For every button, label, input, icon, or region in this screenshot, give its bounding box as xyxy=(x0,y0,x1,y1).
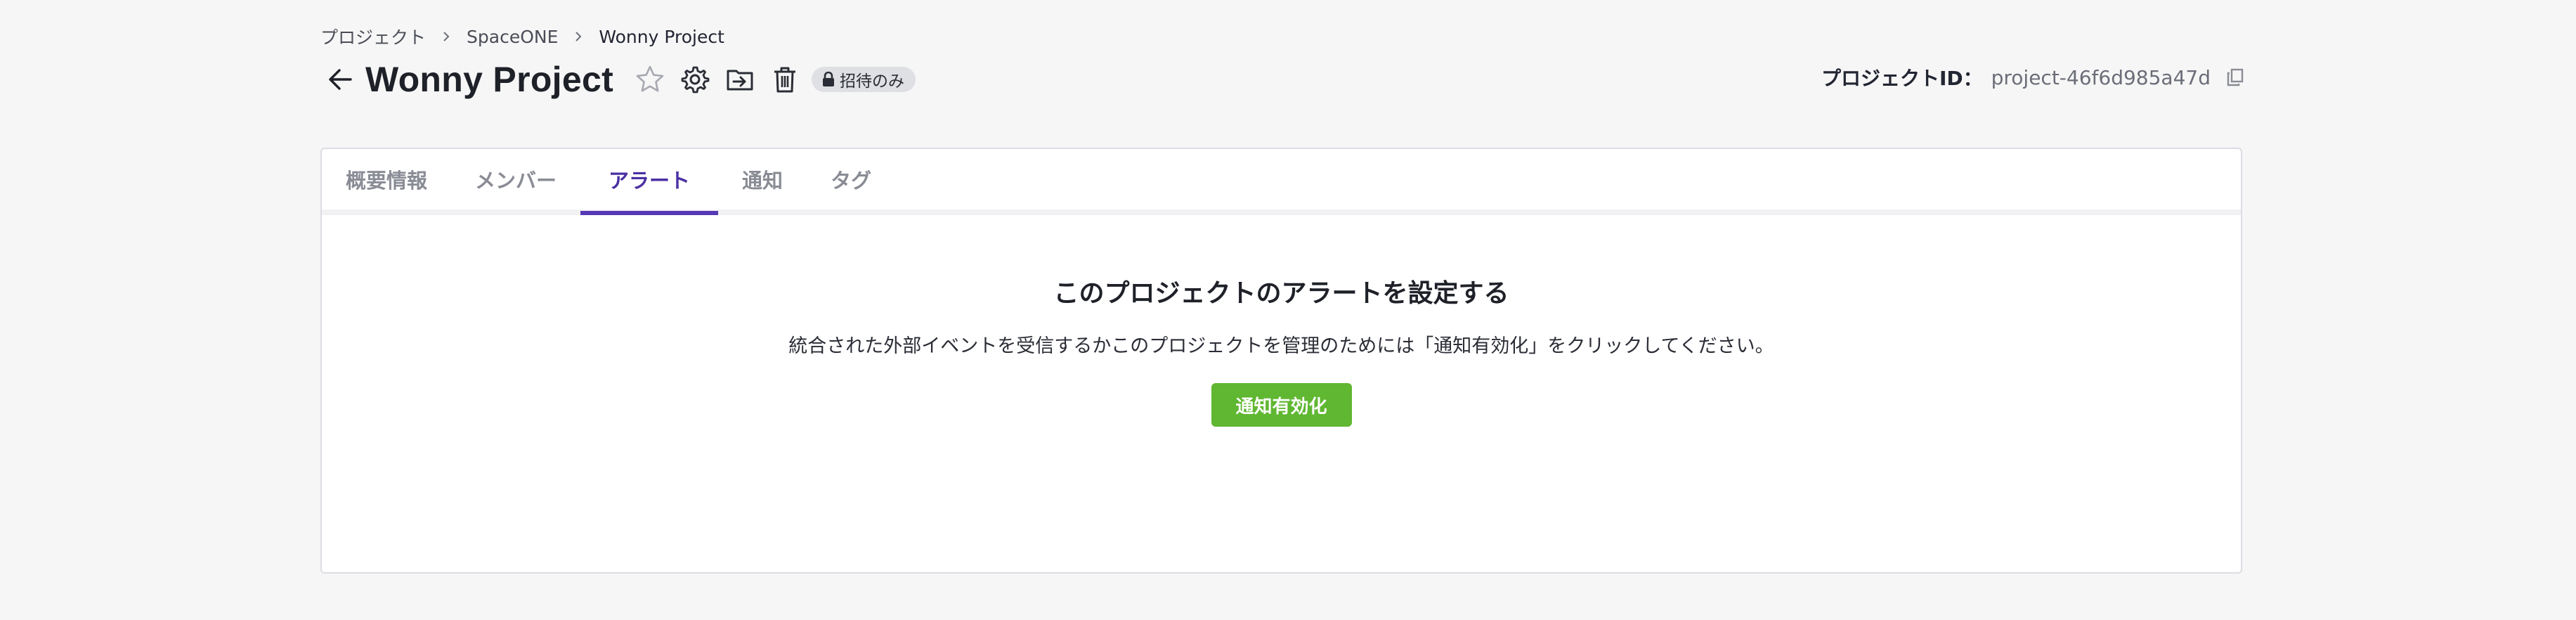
enable-notification-button[interactable]: 通知有効化 xyxy=(1211,383,1352,427)
project-id: プロジェクトID： project-46f6d985a47d xyxy=(1821,63,2246,91)
tab-members[interactable]: メンバー xyxy=(451,149,580,209)
alert-description: 統合された外部イベントを受信するかこのプロジェクトを管理のためには「通知有効化」… xyxy=(788,335,1774,357)
copy-button[interactable] xyxy=(2225,67,2246,88)
project-id-label: プロジェクトID： xyxy=(1821,67,1983,90)
chevron-right-icon xyxy=(571,29,586,44)
project-content-card: 概要情報 メンバー アラート 通知 タグ このプロジェクトのアラートを設定する … xyxy=(320,148,2242,574)
page-title: Wonny Project xyxy=(365,60,614,99)
back-button[interactable] xyxy=(320,60,360,99)
breadcrumb-item-current: Wonny Project xyxy=(599,26,724,47)
tab-notification[interactable]: 通知 xyxy=(718,149,807,209)
trash-icon xyxy=(774,67,796,93)
delete-button[interactable] xyxy=(767,61,803,98)
tab-bar: 概要情報 メンバー アラート 通知 タグ xyxy=(322,149,2241,215)
tab-alert[interactable]: アラート xyxy=(580,149,719,215)
tab-tags[interactable]: タグ xyxy=(807,149,895,209)
chevron-right-icon xyxy=(438,29,454,44)
star-outline-icon xyxy=(636,65,664,92)
lock-icon xyxy=(823,72,835,86)
breadcrumb: プロジェクト SpaceONE Wonny Project xyxy=(320,24,724,49)
breadcrumb-item-spaceone[interactable]: SpaceONE xyxy=(467,27,558,47)
settings-button[interactable] xyxy=(677,61,713,98)
invite-only-badge: 招待のみ xyxy=(812,67,916,92)
project-id-value: project-46f6d985a47d xyxy=(1991,65,2211,89)
tab-summary[interactable]: 概要情報 xyxy=(346,149,451,209)
alert-empty-state: このプロジェクトのアラートを設定する 統合された外部イベントを受信するかこのプロ… xyxy=(322,273,2241,427)
copy-icon xyxy=(2227,68,2244,86)
arrow-left-icon xyxy=(329,69,352,90)
alert-title: このプロジェクトのアラートを設定する xyxy=(1053,279,1509,308)
breadcrumb-item-projects[interactable]: プロジェクト xyxy=(320,24,426,49)
badge-label: 招待のみ xyxy=(840,72,905,91)
move-project-button[interactable] xyxy=(722,61,758,98)
page-header: Wonny Project 招待のみ xyxy=(320,56,916,103)
favorite-button[interactable] xyxy=(632,61,668,98)
gear-icon xyxy=(681,66,710,93)
folder-move-icon xyxy=(727,70,753,91)
